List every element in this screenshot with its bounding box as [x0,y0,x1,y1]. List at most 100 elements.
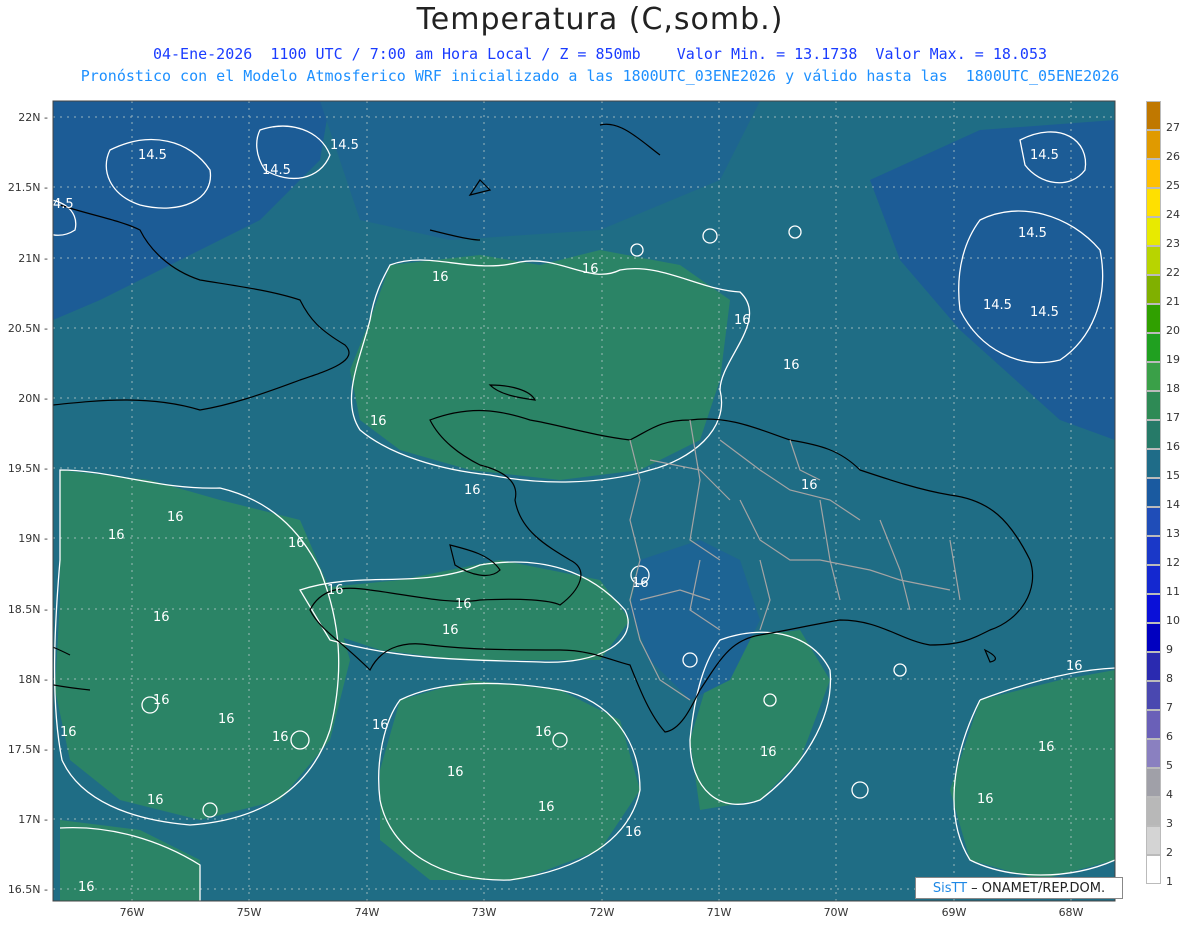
contour-label: 14.5 [138,148,167,163]
colorbar-label: 22 [1166,266,1180,279]
colorbar-swatch [1146,101,1161,130]
colorbar-label: 5 [1166,759,1173,772]
contour-label: 16 [153,610,170,625]
lon-label: 71W [706,906,732,919]
contour-label: 16 [535,725,552,740]
lon-label: 68W [1058,906,1084,919]
colorbar-label: 6 [1166,730,1173,743]
lon-label: 76W [119,906,145,919]
colorbar-label: 25 [1166,179,1180,192]
lon-label: 69W [941,906,967,919]
contour-label: 16 [1038,740,1055,755]
colorbar-label: 15 [1166,469,1180,482]
lat-label: 18.5N - [7,603,48,616]
contour-label: 16 [538,800,555,815]
contour-label: 16 [432,270,449,285]
contour-label: 16 [1066,659,1083,674]
colorbar-label: 9 [1166,643,1173,656]
colorbar-label: 14 [1166,498,1180,511]
lat-label: 21N - [18,252,48,265]
colorbar-swatch [1146,333,1161,362]
lat-label: 20.5N - [7,322,48,335]
colorbar-swatch [1146,391,1161,420]
colorbar-swatch [1146,217,1161,246]
colorbar-swatch [1146,478,1161,507]
colorbar-swatch [1146,855,1161,884]
contour-label: 16 [153,693,170,708]
contour-label: 14.5 [330,138,359,153]
contour-label: 16 [370,414,387,429]
lon-label: 72W [589,906,615,919]
colorbar-label: 24 [1166,208,1180,221]
colorbar-label: 1 [1166,875,1173,888]
org-credit: – ONAMET/REP.DOM. [971,880,1106,896]
colorbar-swatch [1146,623,1161,652]
contour-label: 16 [372,718,389,733]
colorbar-label: 10 [1166,614,1180,627]
brand-logo-text: SisTT [932,880,968,896]
colorbar-label: 16 [1166,440,1180,453]
lon-label: 73W [471,906,497,919]
colorbar-swatch [1146,507,1161,536]
contour-label: 16 [464,483,481,498]
colorbar-swatch [1146,362,1161,391]
colorbar-label: 18 [1166,382,1180,395]
colorbar-label: 2 [1166,846,1173,859]
colorbar-label: 3 [1166,817,1173,830]
colorbar-label: 12 [1166,556,1180,569]
lat-label: 16.5N - [7,883,48,896]
colorbar-swatch [1146,594,1161,623]
lat-label: 17.5N - [7,743,48,756]
contour-label: 16 [760,745,777,760]
lat-label: 19.5N - [7,462,48,475]
contour-label: 16 [147,793,164,808]
contour-label: 16 [327,583,344,598]
contour-label: 4.5 [53,197,74,212]
lon-label: 75W [236,906,262,919]
colorbar-label: 17 [1166,411,1180,424]
lat-label: 21.5N - [7,181,48,194]
contour-label: 16 [734,313,751,328]
contour-label: 16 [625,825,642,840]
contour-label: 16 [447,765,464,780]
contour-label: 16 [582,262,599,277]
colorbar-label: 13 [1166,527,1180,540]
colorbar-label: 23 [1166,237,1180,250]
lat-label: 18N - [18,673,48,686]
contour-label: 16 [783,358,800,373]
colorbar-swatch [1146,188,1161,217]
colorbar-swatch [1146,536,1161,565]
contour-label: 16 [632,576,649,591]
lat-label: 17N - [18,813,48,826]
lon-label: 74W [354,906,380,919]
contour-label: 16 [218,712,235,727]
contour-label: 14.5 [262,163,291,178]
colorbar-swatch [1146,565,1161,594]
contour-label: 16 [272,730,289,745]
contour-label: 14.5 [1030,148,1059,163]
colorbar-label: 7 [1166,701,1173,714]
contour-label: 16 [977,792,994,807]
contour-label: 16 [288,536,305,551]
contour-label: 16 [60,725,77,740]
colorbar-swatch [1146,130,1161,159]
contour-label: 16 [108,528,125,543]
credit-box: SisTT – ONAMET/REP.DOM. [915,877,1123,899]
colorbar-label: 11 [1166,585,1180,598]
colorbar-swatch [1146,768,1161,797]
colorbar-swatch [1146,681,1161,710]
contour-label: 16 [78,880,95,895]
lon-label: 70W [823,906,849,919]
contour-label: 14.5 [983,298,1012,313]
colorbar-label: 26 [1166,150,1180,163]
lat-label: 22N - [18,111,48,124]
colorbar-swatch [1146,275,1161,304]
warm-area-north [350,250,730,480]
lat-label: 19N - [18,532,48,545]
contour-label: 14.5 [1018,226,1047,241]
contour-label: 16 [455,597,472,612]
lat-label: 20N - [18,392,48,405]
colorbar-swatch [1146,420,1161,449]
temperature-map [52,100,1116,902]
contour-label: 14.5 [1030,305,1059,320]
